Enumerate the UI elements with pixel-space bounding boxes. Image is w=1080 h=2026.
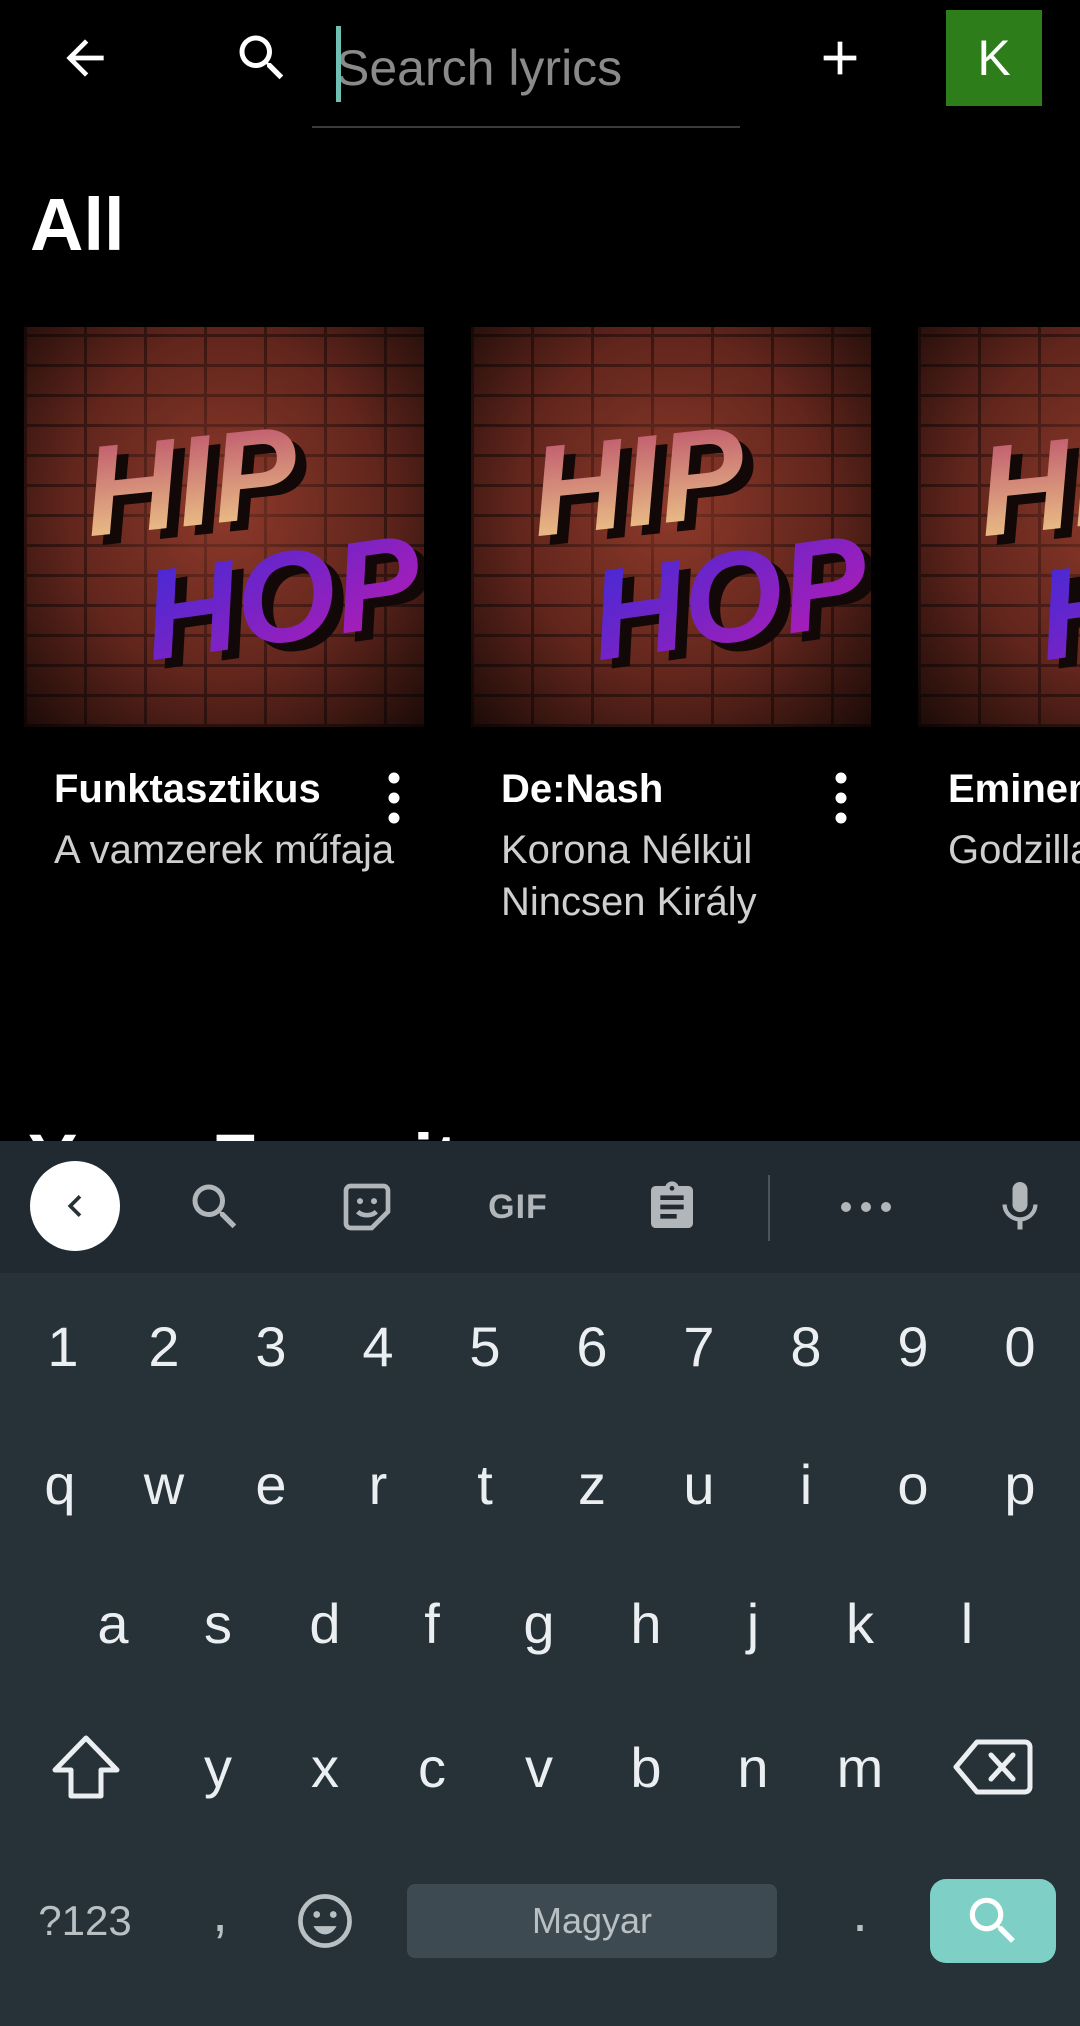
add-button[interactable] [800, 18, 880, 98]
key-1[interactable]: 1 [20, 1301, 106, 1391]
song-subtitle: A vamzerek műfaja [54, 828, 395, 872]
key-x[interactable]: x [282, 1717, 368, 1817]
top-app-bar: K [0, 0, 1080, 130]
more-button[interactable] [826, 1167, 906, 1247]
key-p[interactable]: p [977, 1434, 1063, 1534]
song-title: Eminem [948, 767, 1080, 811]
more-vert-icon [388, 772, 400, 824]
key-r[interactable]: r [335, 1434, 421, 1534]
key-i[interactable]: i [763, 1434, 849, 1534]
soft-keyboard: GIF 1 2 3 4 5 6 7 8 9 0 q w e r t z u i … [0, 1141, 1080, 2026]
more-options-button[interactable] [374, 763, 414, 833]
key-z[interactable]: z [549, 1434, 635, 1534]
song-card[interactable]: HIP HIP HOP HOP De:Nash Korona Nélkül Ni… [471, 327, 871, 924]
key-9[interactable]: 9 [870, 1301, 956, 1391]
key-f[interactable]: f [389, 1573, 475, 1673]
key-n[interactable]: n [710, 1717, 796, 1817]
back-button[interactable] [40, 18, 130, 98]
key-q[interactable]: q [17, 1434, 103, 1534]
song-subtitle: Godzilla [948, 828, 1080, 872]
more-vert-icon [835, 772, 847, 824]
voice-input-button[interactable] [980, 1167, 1060, 1247]
song-title: Funktasztikus [54, 767, 321, 811]
key-d[interactable]: d [282, 1573, 368, 1673]
key-y[interactable]: y [175, 1717, 261, 1817]
shift-icon [52, 1735, 120, 1799]
symbols-key[interactable]: ?123 [20, 1871, 150, 1971]
emoji-key[interactable] [280, 1871, 370, 1971]
key-w[interactable]: w [121, 1434, 207, 1534]
key-m[interactable]: m [817, 1717, 903, 1817]
search-icon [192, 1184, 237, 1229]
key-t[interactable]: t [442, 1434, 528, 1534]
song-card[interactable]: HIP HIP HOP HOP Funktasztikus A vamzerek… [24, 327, 424, 872]
cover-text-hip: HIP [971, 400, 1080, 565]
album-cover: HIP HIP HOP HOP [24, 327, 424, 727]
gif-label: GIF [488, 1187, 548, 1226]
section-title: All [30, 183, 125, 266]
song-title: De:Nash [501, 767, 664, 811]
sticker-button[interactable] [327, 1167, 407, 1247]
sticker-icon [343, 1183, 391, 1231]
arrow-left-icon [66, 39, 104, 77]
key-j[interactable]: j [710, 1573, 796, 1673]
clipboard-icon [651, 1181, 693, 1228]
key-s[interactable]: s [175, 1573, 261, 1673]
keyboard-toolbar: GIF [0, 1141, 1080, 1273]
search-field[interactable] [312, 10, 740, 128]
key-6[interactable]: 6 [549, 1301, 635, 1391]
key-o[interactable]: o [870, 1434, 956, 1534]
shift-key[interactable] [40, 1717, 132, 1817]
key-4[interactable]: 4 [335, 1301, 421, 1391]
album-cover: HIP HIP HOP HOP [471, 327, 871, 727]
clipboard-button[interactable] [632, 1167, 712, 1247]
key-h[interactable]: h [603, 1573, 689, 1673]
more-horiz-icon [841, 1202, 891, 1212]
backspace-key[interactable] [948, 1717, 1038, 1817]
key-0[interactable]: 0 [977, 1301, 1063, 1391]
key-c[interactable]: c [389, 1717, 475, 1817]
key-k[interactable]: k [817, 1573, 903, 1673]
search-input[interactable] [336, 28, 736, 108]
key-g[interactable]: g [496, 1573, 582, 1673]
key-b[interactable]: b [603, 1717, 689, 1817]
key-2[interactable]: 2 [121, 1301, 207, 1391]
chevron-left-icon [67, 1195, 82, 1217]
key-l[interactable]: l [924, 1573, 1010, 1673]
avatar[interactable]: K [946, 10, 1042, 106]
key-a[interactable]: a [70, 1573, 156, 1673]
period-key[interactable]: . [820, 1861, 900, 1961]
key-5[interactable]: 5 [442, 1301, 528, 1391]
plus-icon [823, 41, 857, 75]
keyboard-collapse-button[interactable] [30, 1161, 120, 1251]
toolbar-divider [768, 1175, 770, 1241]
album-cover: HIP HIP HOP HOP [918, 327, 1080, 727]
key-3[interactable]: 3 [228, 1301, 314, 1391]
key-8[interactable]: 8 [763, 1301, 849, 1391]
mic-icon [1002, 1182, 1038, 1230]
key-7[interactable]: 7 [656, 1301, 742, 1391]
search-icon [969, 1897, 1015, 1943]
backspace-icon [953, 1739, 1033, 1795]
key-u[interactable]: u [656, 1434, 742, 1534]
search-action-key[interactable] [930, 1879, 1056, 1963]
search-icon [222, 18, 302, 98]
more-options-button[interactable] [821, 763, 861, 833]
comma-key[interactable]: , [180, 1861, 260, 1961]
gif-button[interactable]: GIF [478, 1167, 558, 1247]
emoji-icon [298, 1894, 352, 1948]
song-subtitle: Korona Nélkül Nincsen Király [501, 828, 757, 924]
song-card[interactable]: HIP HIP HOP HOP Eminem Godzilla [918, 327, 1080, 887]
key-e[interactable]: e [228, 1434, 314, 1534]
keyboard-search-button[interactable] [175, 1167, 255, 1247]
space-key[interactable]: Magyar [407, 1884, 777, 1958]
key-v[interactable]: v [496, 1717, 582, 1817]
text-cursor [336, 26, 341, 102]
